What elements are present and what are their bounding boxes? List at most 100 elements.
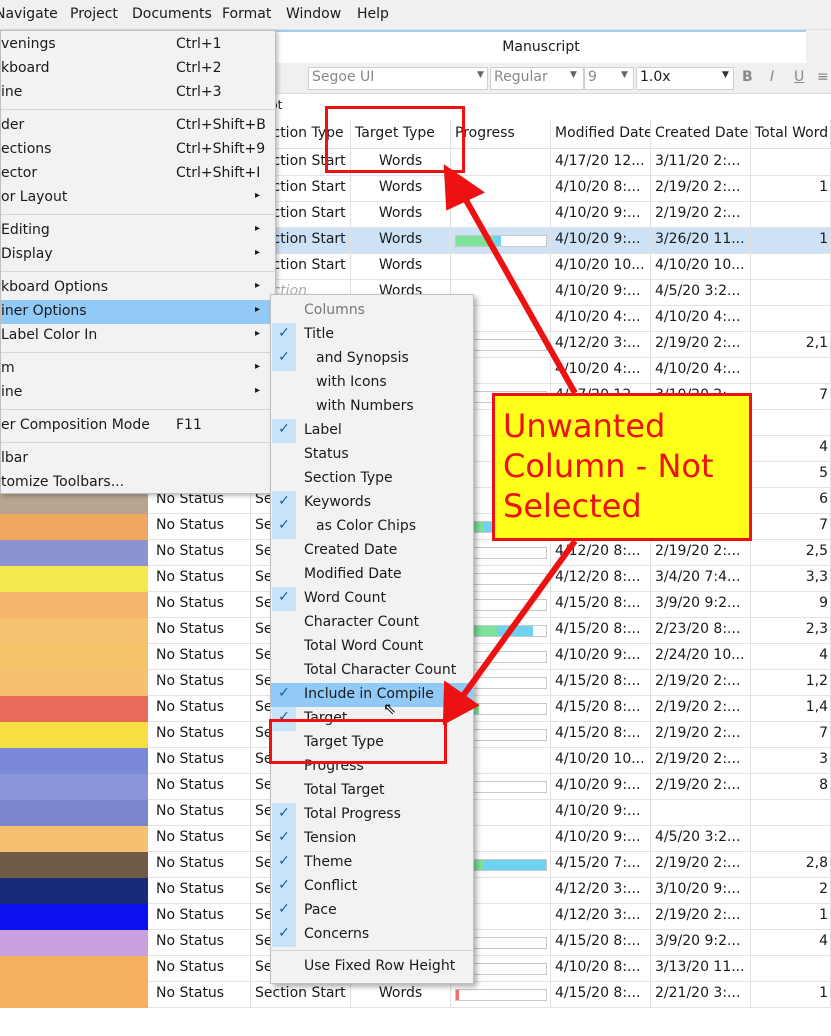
created-date-cell: 3/4/20 7:4... [651, 566, 751, 592]
menu-item[interactable]: ector Ctrl+Shift+I [1, 162, 275, 186]
column-option-item[interactable]: ✓ Title [271, 323, 473, 347]
column-option-label: Tension [304, 830, 357, 846]
created-date-cell: 3/9/20 9:2... [651, 592, 751, 618]
total-word-cell: 7 [751, 514, 831, 540]
menu-item[interactable]: kboard Options ▸ [1, 276, 275, 300]
total-word-cell [751, 306, 831, 332]
menu-documents[interactable]: Documents [132, 6, 212, 22]
status-cell: No Status [152, 826, 251, 852]
column-option-item[interactable]: with Numbers [271, 395, 473, 419]
created-date-cell: 2/19/20 2:... [651, 774, 751, 800]
modified-date-cell: 4/12/20 8:... [551, 540, 651, 566]
column-option-item[interactable]: with Icons [271, 371, 473, 395]
menu-item[interactable]: Label Color In ▸ [1, 324, 275, 348]
menu-item-label: der [1, 117, 25, 133]
target-type-cell: Words [351, 982, 451, 1008]
menu-item-label: kboard Options [1, 279, 109, 295]
column-option-label: Label [304, 422, 342, 438]
column-option-item[interactable]: ✓ Total Progress [271, 803, 473, 827]
menu-separator [1, 442, 275, 443]
modified-date-cell: 4/15/20 8:... [551, 930, 651, 956]
column-option-item[interactable]: Created Date [271, 539, 473, 563]
column-header-created-date[interactable]: Created Date [651, 120, 751, 149]
column-option-item[interactable]: Total Target [271, 779, 473, 803]
color-chip [0, 592, 148, 618]
menu-navigate[interactable]: Navigate [0, 6, 58, 22]
column-option-item[interactable]: Total Word Count [271, 635, 473, 659]
column-option-item[interactable]: Total Character Count [271, 659, 473, 683]
column-option-item[interactable]: ✓ Tension [271, 827, 473, 851]
column-option-item[interactable]: Status [271, 443, 473, 467]
align-icon[interactable]: ≡ [817, 69, 829, 85]
menu-item[interactable]: tomize Toolbars... [1, 471, 275, 495]
modified-date-cell: 4/10/20 8:... [551, 176, 651, 202]
menu-format[interactable]: Format [222, 6, 271, 22]
view-menu: venings Ctrl+1 kboard Ctrl+2 ine Ctrl+3 der Ctr… [0, 30, 276, 494]
font-size-value: 9 [588, 69, 597, 85]
column-option-item[interactable]: ✓ Concerns [271, 923, 473, 947]
column-option-item[interactable]: Use Fixed Row Height [271, 955, 473, 979]
created-date-cell [651, 800, 751, 826]
column-option-item[interactable]: ✓ Keywords [271, 491, 473, 515]
progress-cell [451, 202, 551, 228]
total-word-cell [751, 202, 831, 228]
menu-item[interactable]: der Ctrl+Shift+B [1, 114, 275, 138]
column-option-label: Use Fixed Row Height [304, 958, 456, 974]
tab-manuscript[interactable]: Manuscript [276, 30, 806, 63]
column-option-item[interactable]: Section Type [271, 467, 473, 491]
menu-item[interactable]: Editing ▸ [1, 219, 275, 243]
menu-item[interactable]: er Composition Mode F11 [1, 414, 275, 438]
menu-item[interactable]: ine Ctrl+3 [1, 81, 275, 105]
menu-item[interactable]: ections Ctrl+Shift+9 [1, 138, 275, 162]
bold-button[interactable]: B [742, 69, 753, 85]
menu-item[interactable]: iner Options ▸ [1, 300, 275, 324]
table-row[interactable]: No Status Section Start Words 4/15/20 8:...… [0, 982, 831, 1008]
menu-item[interactable]: Display ▸ [1, 243, 275, 267]
underline-button[interactable]: U [794, 69, 804, 85]
column-option-item[interactable]: ✓ Include in Compile [271, 683, 473, 707]
column-option-item[interactable]: Modified Date [271, 563, 473, 587]
chevron-right-icon: ▸ [255, 223, 261, 234]
created-date-cell: 2/19/20 2:... [651, 202, 751, 228]
total-word-cell [751, 956, 831, 982]
font-weight-value: Regular [494, 69, 548, 85]
section-type-cell: Section Start [251, 982, 351, 1008]
menu-help[interactable]: Help [357, 6, 389, 22]
column-option-item[interactable]: ✓ Pace [271, 899, 473, 923]
column-option-label: Section Type [304, 470, 393, 486]
column-header-modified-date[interactable]: Modified Date [551, 120, 651, 149]
menu-item[interactable]: kboard Ctrl+2 [1, 57, 275, 81]
column-option-item[interactable]: ✓ and Synopsis [271, 347, 473, 371]
menu-item[interactable]: or Layout ▸ [1, 186, 275, 210]
created-date-cell: 2/19/20 2:... [651, 904, 751, 930]
menu-project[interactable]: Project [70, 6, 118, 22]
column-header-total-word[interactable]: Total Word [751, 120, 831, 149]
column-option-label: Total Character Count [304, 662, 457, 678]
chevron-down-icon: ▼ [621, 70, 628, 80]
italic-button[interactable]: I [770, 69, 774, 85]
menu-item-shortcut: Ctrl+Shift+9 [176, 141, 266, 157]
check-icon [272, 611, 296, 635]
menu-item[interactable]: venings Ctrl+1 [1, 33, 275, 57]
column-option-label: Title [304, 326, 335, 342]
mouse-cursor-icon: ⇖ [383, 699, 397, 718]
check-icon [272, 443, 296, 467]
font-family-value: Segoe UI [312, 69, 375, 85]
menu-item[interactable]: m ▸ [1, 357, 275, 381]
modified-date-cell: 4/12/20 3:... [551, 904, 651, 930]
column-option-item[interactable]: ✓ as Color Chips [271, 515, 473, 539]
menu-item[interactable]: ine ▸ [1, 381, 275, 405]
column-option-item[interactable]: ✓ Word Count [271, 587, 473, 611]
column-option-item[interactable]: ✓ Conflict [271, 875, 473, 899]
modified-date-cell: 4/15/20 8:... [551, 618, 651, 644]
column-option-item[interactable]: Character Count [271, 611, 473, 635]
column-option-item[interactable]: ✓ Label [271, 419, 473, 443]
column-option-label: Pace [304, 902, 337, 918]
menu-window[interactable]: Window [286, 6, 341, 22]
column-header-progress[interactable]: Progress [451, 120, 551, 149]
status-cell: No Status [152, 904, 251, 930]
modified-date-cell: 4/15/20 8:... [551, 696, 651, 722]
menu-item[interactable]: lbar [1, 447, 275, 471]
status-cell: No Status [152, 930, 251, 956]
column-option-item[interactable]: ✓ Theme [271, 851, 473, 875]
